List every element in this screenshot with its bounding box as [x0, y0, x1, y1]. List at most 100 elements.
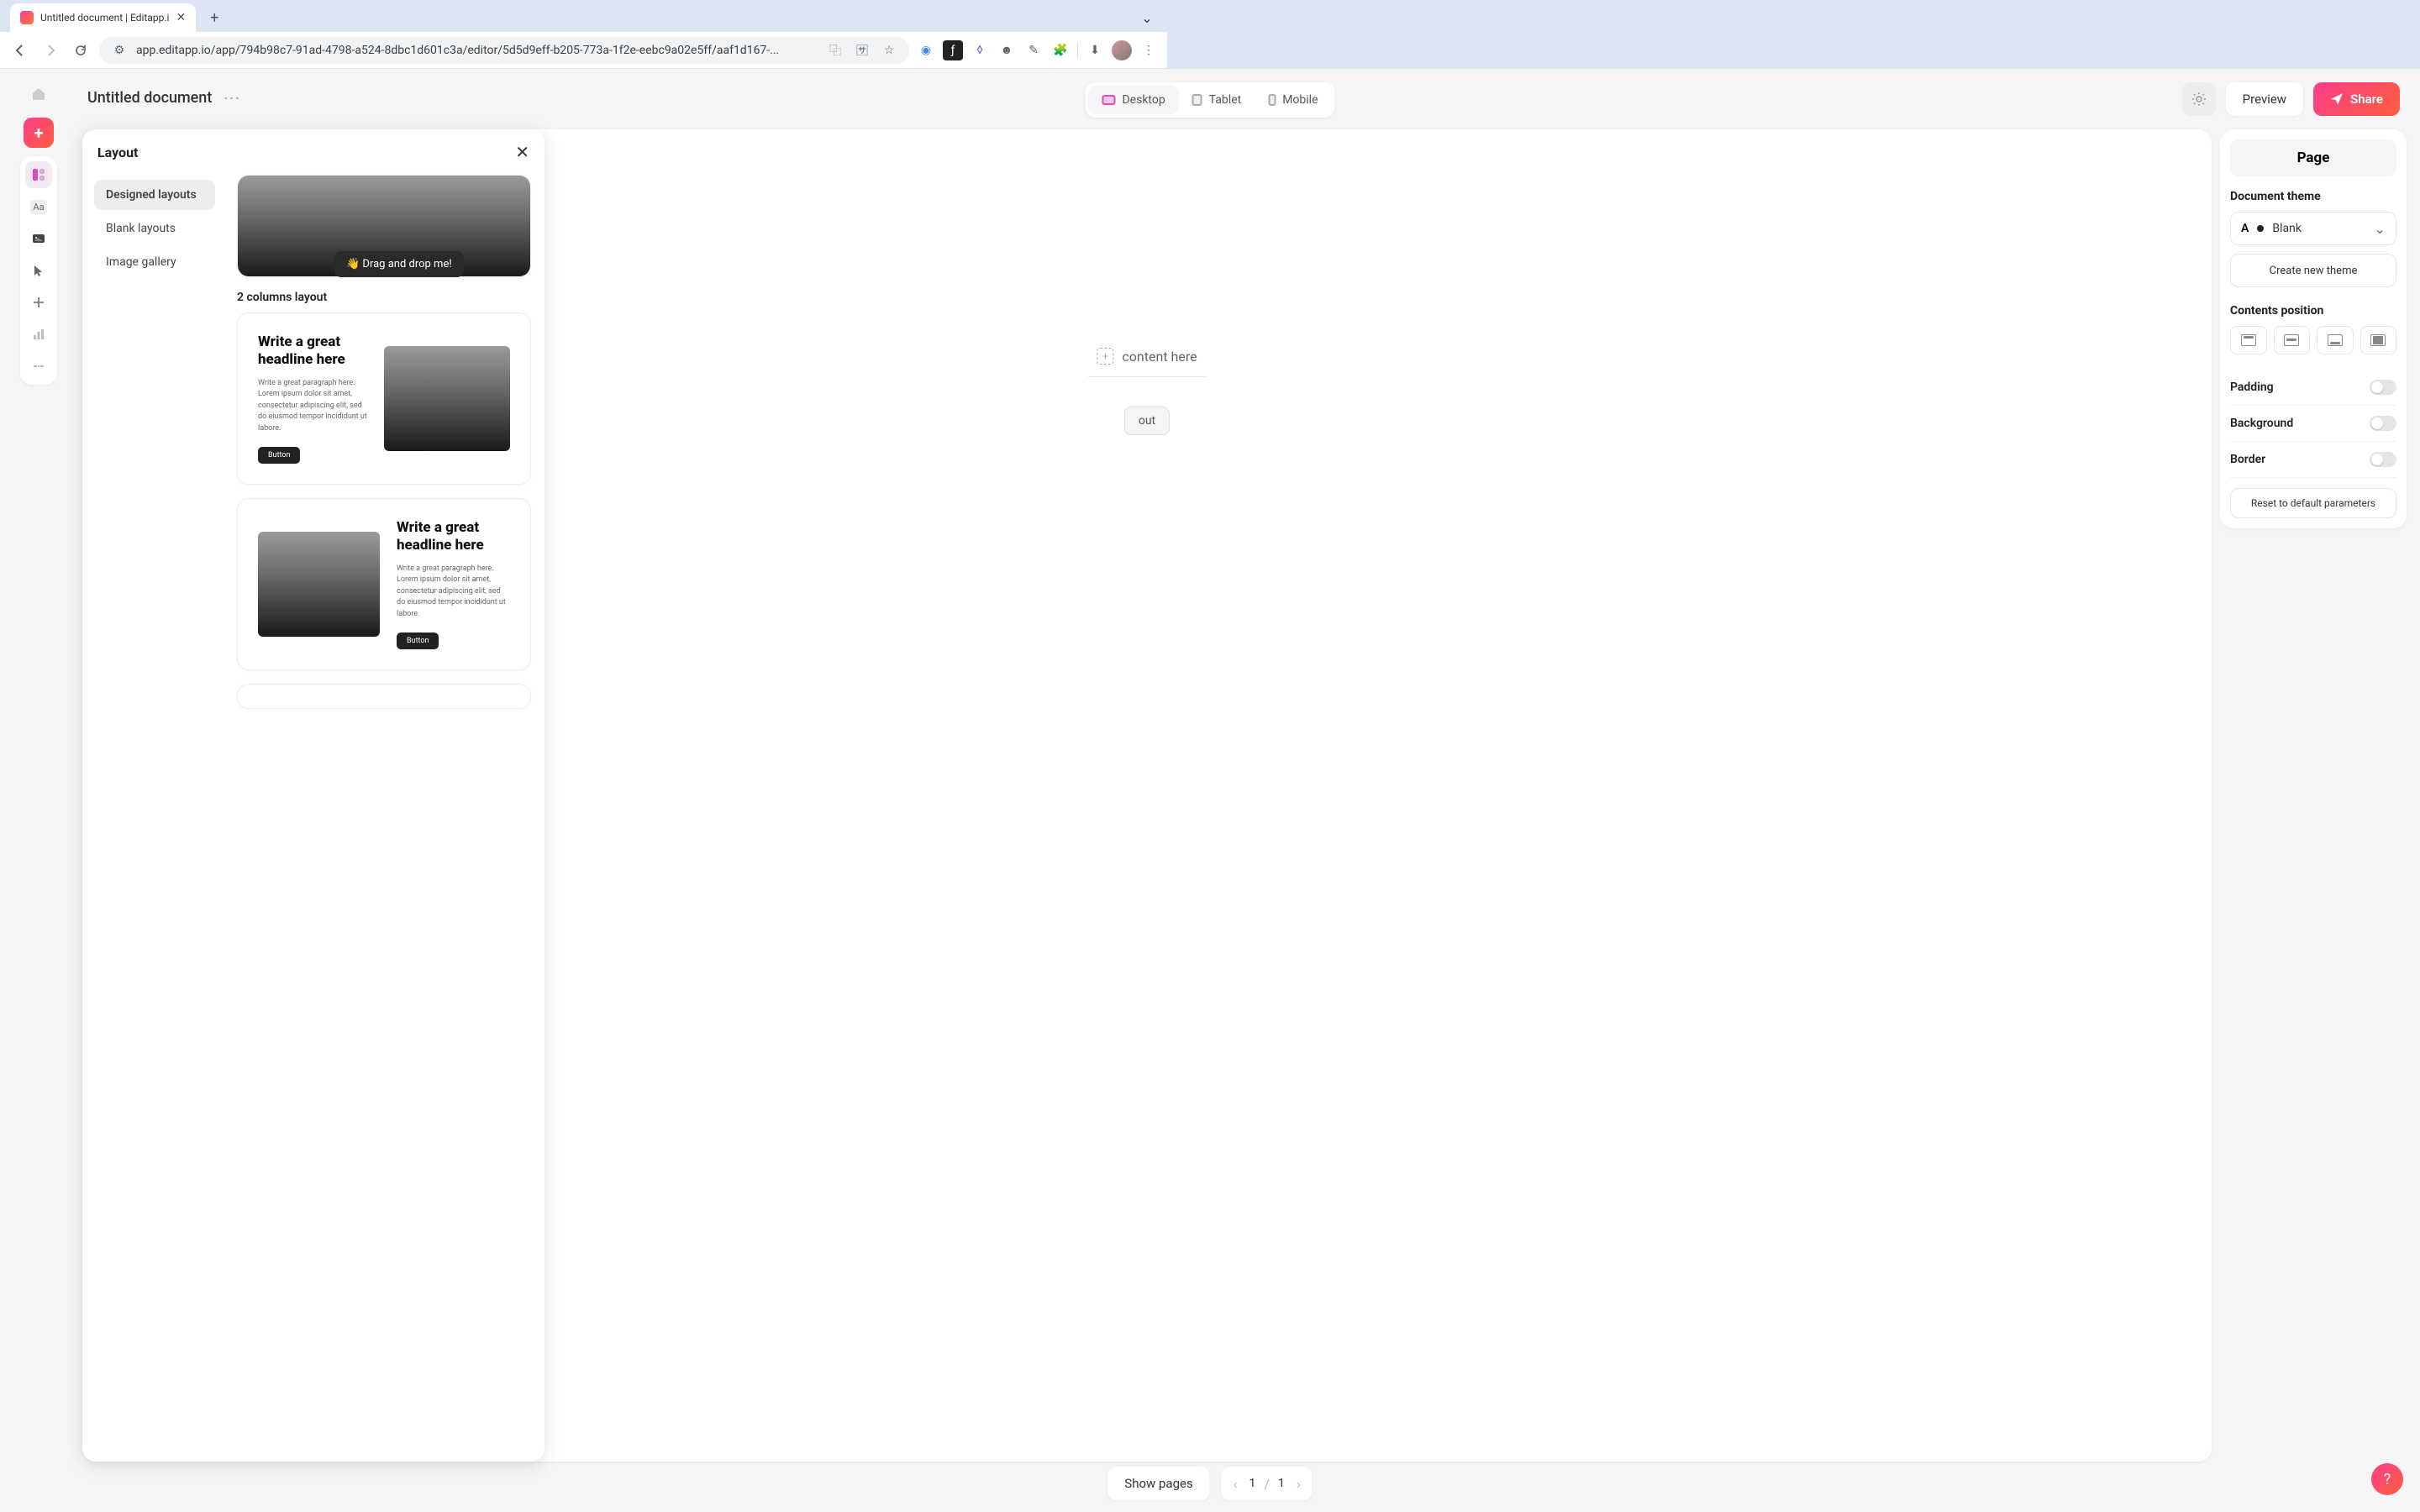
cursor-tool-button[interactable] — [25, 257, 52, 284]
current-page: 1 — [1249, 1477, 1256, 1490]
extension-icon-5[interactable]: ✎ — [1023, 40, 1044, 60]
total-pages: 1 — [1278, 1477, 1285, 1490]
left-rail: + Aa — [20, 79, 57, 385]
layout-card-2col-image-left[interactable]: Write a great headline here Write a grea… — [237, 498, 531, 670]
tabs-dropdown-icon[interactable]: ⌄ — [1135, 6, 1159, 29]
section-label-2col: 2 columns layout — [237, 291, 531, 304]
position-top-icon — [2241, 334, 2256, 346]
kebab-menu-icon[interactable]: ⋮ — [1139, 40, 1159, 60]
extension-icon-4[interactable]: ☻ — [997, 40, 1017, 60]
padding-toggle[interactable] — [2370, 380, 2396, 395]
more-tool-button[interactable] — [25, 353, 52, 380]
tablet-icon — [1192, 94, 1202, 106]
theme-select[interactable]: A Blank ⌄ — [2230, 212, 2396, 245]
layout-tool-button[interactable] — [25, 161, 52, 188]
home-button[interactable] — [24, 79, 54, 109]
position-top-button[interactable] — [2230, 326, 2267, 354]
device-tablet-button[interactable]: Tablet — [1179, 86, 1255, 114]
new-tab-button[interactable]: + — [203, 6, 226, 29]
extension-icon-1[interactable]: ◉ — [916, 40, 936, 60]
position-middle-button[interactable] — [2274, 326, 2311, 354]
browser-toolbar: ⚙ app.editapp.io/app/794b98c7-91ad-4798-… — [0, 32, 1167, 69]
canvas-placeholder-text: content here — [1122, 349, 1197, 365]
open-external-icon[interactable]: ⿻ — [825, 40, 845, 60]
extensions-icon[interactable]: 🧩 — [1050, 40, 1071, 60]
close-icon[interactable]: ✕ — [176, 11, 186, 24]
device-desktop-button[interactable]: Desktop — [1088, 86, 1178, 114]
document-title[interactable]: Untitled document — [87, 89, 212, 107]
chevron-down-icon: ⌄ — [2375, 221, 2386, 237]
tab-image-gallery[interactable]: Image gallery — [94, 247, 215, 277]
position-fill-icon — [2370, 334, 2386, 346]
forward-button[interactable] — [39, 39, 62, 62]
preview-label: Preview — [2243, 92, 2286, 107]
downloads-icon[interactable]: ⬇ — [1085, 40, 1105, 60]
padding-label: Padding — [2230, 381, 2274, 394]
next-page-button[interactable]: › — [1293, 1476, 1304, 1492]
tab-title: Untitled document | Editapp.i — [40, 12, 169, 24]
media-tool-button[interactable] — [25, 225, 52, 252]
address-bar[interactable]: ⚙ app.editapp.io/app/794b98c7-91ad-4798-… — [99, 37, 909, 64]
prev-page-button[interactable]: ‹ — [1230, 1476, 1241, 1492]
rail-tools-group: Aa — [20, 156, 57, 385]
page-properties-panel: Page Document theme A Blank ⌄ Create new… — [2220, 129, 2407, 528]
extension-icon-2[interactable]: ƒ — [943, 40, 963, 60]
star-icon[interactable]: ☆ — [879, 40, 899, 60]
panel-title: Layout — [97, 144, 138, 160]
device-label: Desktop — [1122, 93, 1165, 107]
device-switcher: Desktop Tablet Mobile — [1085, 82, 1334, 118]
position-bottom-button[interactable] — [2317, 326, 2354, 354]
extension-icon-3[interactable]: ◊ — [970, 40, 990, 60]
chart-tool-button[interactable] — [25, 321, 52, 348]
bottom-bar: Show pages ‹ 1 / 1 › — [1107, 1467, 1312, 1500]
tab-blank-layouts[interactable]: Blank layouts — [94, 213, 215, 244]
favicon-icon — [20, 11, 34, 24]
text-tool-button[interactable]: Aa — [25, 193, 52, 220]
settings-button[interactable] — [2182, 82, 2216, 116]
create-theme-button[interactable]: Create new theme — [2230, 254, 2396, 287]
reset-button[interactable]: Reset to default parameters — [2230, 488, 2396, 518]
reload-button[interactable] — [69, 39, 92, 62]
desktop-icon — [1102, 95, 1115, 105]
add-button[interactable]: + — [24, 118, 54, 148]
sample-paragraph: Write a great paragraph here. Lorem ipsu… — [258, 378, 367, 435]
contents-position-title: Contents position — [2230, 304, 2396, 318]
placeholder-image — [258, 532, 380, 637]
tab-designed-layouts[interactable]: Designed layouts — [94, 180, 215, 210]
layout-btn-text: out — [1139, 414, 1155, 428]
divider — [1088, 376, 1206, 377]
help-button[interactable]: ? — [2371, 1463, 2403, 1495]
border-toggle[interactable] — [2370, 452, 2396, 467]
show-pages-button[interactable]: Show pages — [1107, 1467, 1209, 1500]
panel-content[interactable]: 👋 Drag and drop me! 2 columns layout Wri… — [224, 129, 544, 1462]
site-settings-icon[interactable]: ⚙ — [109, 40, 129, 60]
grid-tool-button[interactable] — [25, 289, 52, 316]
share-button[interactable]: Share — [2313, 82, 2400, 116]
layout-card-2col-text-left[interactable]: Write a great headline here Write a grea… — [237, 312, 531, 485]
border-label: Border — [2230, 453, 2265, 466]
position-middle-icon — [2284, 334, 2299, 346]
url-text: app.editapp.io/app/794b98c7-91ad-4798-a5… — [136, 44, 818, 57]
layout-card-partial[interactable] — [237, 684, 531, 709]
panel-title: Page — [2230, 139, 2396, 176]
translate-icon[interactable]: 🈂 — [852, 40, 872, 60]
browser-tab[interactable]: Untitled document | Editapp.i ✕ — [10, 3, 196, 32]
back-button[interactable] — [8, 39, 32, 62]
layout-panel: Layout ✕ Designed layouts Blank layouts … — [82, 129, 544, 1462]
background-toggle[interactable] — [2370, 416, 2396, 431]
sample-headline: Write a great headline here — [397, 519, 510, 555]
sample-button: Button — [397, 633, 439, 649]
device-mobile-button[interactable]: Mobile — [1255, 86, 1331, 114]
position-fill-button[interactable] — [2360, 326, 2397, 354]
pager-separator: / — [1264, 1476, 1270, 1492]
pager: ‹ 1 / 1 › — [1222, 1467, 1313, 1500]
profile-avatar[interactable] — [1112, 40, 1132, 60]
theme-a-icon: A — [2241, 222, 2249, 235]
panel-sidebar: Designed layouts Blank layouts Image gal… — [82, 129, 224, 1462]
device-label: Tablet — [1209, 93, 1241, 107]
document-menu-icon[interactable]: ··· — [224, 90, 240, 106]
add-content-icon[interactable]: + — [1097, 348, 1113, 365]
preview-button[interactable]: Preview — [2226, 82, 2303, 116]
add-layout-button[interactable]: out — [1124, 407, 1170, 435]
placeholder-image — [384, 346, 510, 451]
